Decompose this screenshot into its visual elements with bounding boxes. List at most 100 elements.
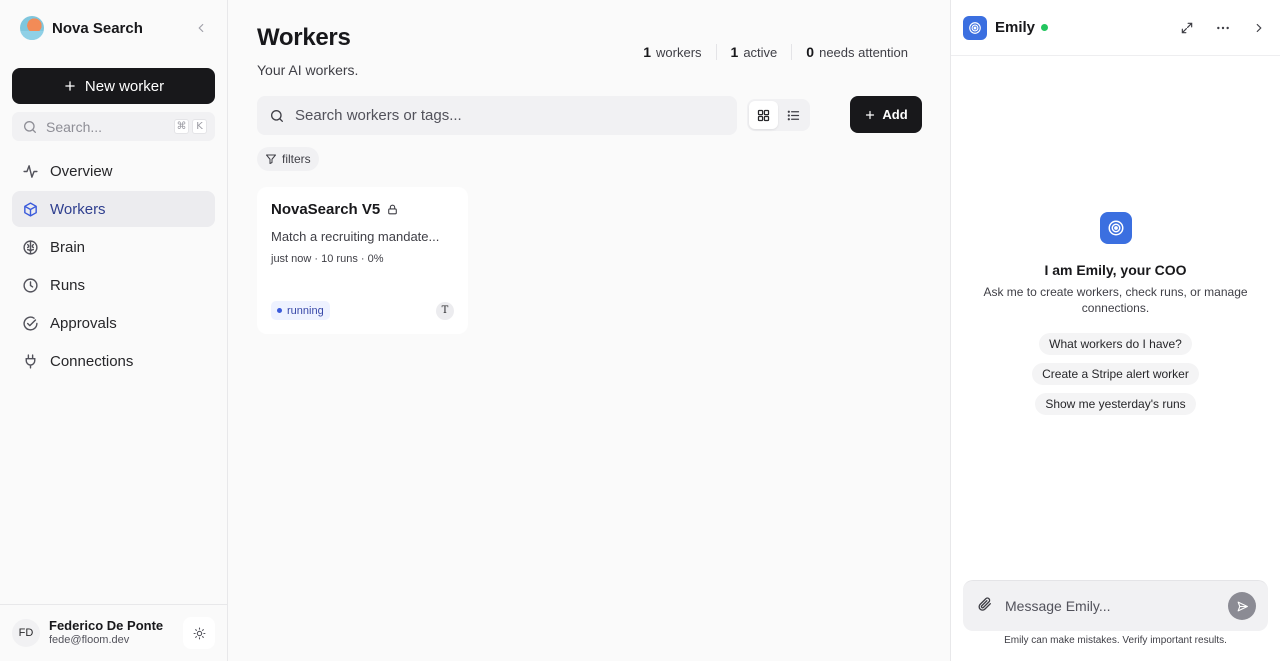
suggestion-list: What workers do I have? Create a Stripe … (951, 333, 1280, 416)
sidebar-item-runs[interactable]: Runs (12, 267, 215, 303)
user-profile[interactable]: FD Federico De Ponte fede@floom.dev (0, 604, 227, 661)
workers-search-input[interactable] (295, 107, 725, 124)
collapse-sidebar-icon[interactable] (192, 19, 210, 37)
sidebar-item-label: Overview (50, 162, 113, 180)
cube-icon (24, 201, 37, 217)
worker-card-footer: running T (271, 301, 454, 320)
stat-value: 0 (806, 44, 815, 60)
page-title: Workers (257, 24, 351, 51)
sidebar-item-workers[interactable]: Workers (12, 191, 215, 227)
suggestion-chip[interactable]: Show me yesterday's runs (1035, 393, 1196, 416)
disclaimer: Emily can make mistakes. Verify importan… (1004, 635, 1227, 646)
user-email: fede@floom.dev (49, 634, 130, 647)
greeting-subtitle: Ask me to create workers, check runs, or… (983, 285, 1248, 316)
list-view-button[interactable] (780, 101, 809, 129)
worker-meta: just now · 10 runs · 0% (271, 253, 384, 265)
sidebar: Nova Search New worker ⌘ K Overview Wo (0, 0, 228, 661)
plus-icon (866, 110, 875, 119)
new-worker-button[interactable]: New worker (12, 68, 215, 104)
list-icon (787, 110, 800, 120)
search-icon (271, 109, 283, 122)
suggestion-chip[interactable]: Create a Stripe alert worker (1032, 363, 1199, 386)
stat-value: 1 (643, 44, 652, 60)
worker-stats: 1 workers 1 active 0 needs attention (629, 40, 908, 64)
sidebar-search-input[interactable] (46, 118, 166, 135)
message-input[interactable] (1005, 598, 1216, 614)
stat-value: 1 (730, 44, 739, 60)
message-composer (963, 580, 1268, 631)
cmd-key: ⌘ (174, 119, 189, 134)
sidebar-item-brain[interactable]: Brain (12, 229, 215, 265)
user-info: Federico De Ponte fede@floom.dev (49, 618, 174, 647)
brain-icon (23, 239, 38, 255)
stat-workers: 1 workers (629, 44, 715, 60)
assistant-logo-icon (1099, 212, 1132, 244)
chat-actions (1178, 19, 1268, 37)
chat-empty-state: I am Emily, your COO Ask me to create wo… (951, 212, 1280, 416)
suggestion-chip[interactable]: What workers do I have? (1039, 333, 1192, 356)
theme-toggle-button[interactable] (183, 617, 215, 649)
assistant-panel: Emily I am Emily, your COO Ask me to cre… (950, 0, 1280, 661)
sidebar-item-connections[interactable]: Connections (12, 343, 215, 379)
new-worker-label: New worker (84, 77, 165, 95)
app-window: Nova Search New worker ⌘ K Overview Wo (0, 0, 1280, 661)
plus-icon (65, 81, 75, 91)
worker-card-title: NovaSearch V5 (271, 201, 454, 218)
filters-button[interactable]: filters (257, 147, 319, 171)
activity-icon (23, 164, 38, 178)
status-badge: running (271, 301, 330, 320)
clock-icon (23, 277, 38, 293)
sidebar-item-label: Connections (50, 352, 134, 370)
add-label: Add (882, 107, 908, 122)
brand-name: Nova Search (52, 19, 143, 37)
sidebar-nav: Overview Workers Brain Runs Approvals Co… (12, 153, 215, 381)
filter-icon (266, 154, 276, 164)
plug-icon (25, 353, 36, 369)
greeting-title: I am Emily, your COO (1044, 262, 1187, 278)
stat-label: active (743, 45, 778, 60)
online-status-dot (1041, 24, 1049, 31)
status-label: running (287, 304, 324, 317)
workers-search[interactable] (257, 96, 737, 135)
status-dot (277, 308, 282, 313)
sidebar-item-label: Workers (50, 200, 106, 218)
send-icon (1237, 601, 1248, 611)
chat-header: Emily (951, 0, 1280, 56)
grid-icon (757, 109, 769, 121)
assistant-name: Emily (995, 19, 1036, 36)
sidebar-item-label: Runs (50, 276, 86, 294)
brand[interactable]: Nova Search (20, 16, 143, 40)
lock-icon (388, 204, 398, 215)
sun-icon (193, 627, 205, 639)
stat-active: 1 active (715, 44, 792, 60)
worker-description: Match a recruiting mandate... (271, 229, 440, 244)
sidebar-item-overview[interactable]: Overview (12, 153, 215, 189)
send-button[interactable] (1228, 592, 1256, 620)
stat-label: workers (656, 45, 702, 60)
check-circle-icon (23, 315, 38, 331)
stat-needs-attention: 0 needs attention (791, 44, 908, 60)
assistant-avatar-icon (963, 15, 987, 40)
grid-view-button[interactable] (749, 101, 778, 129)
sidebar-item-label: Approvals (50, 314, 117, 332)
more-options-icon[interactable] (1214, 19, 1232, 37)
expand-icon[interactable] (1178, 19, 1196, 37)
page-subtitle: Your AI workers. (257, 62, 359, 78)
sidebar-item-approvals[interactable]: Approvals (12, 305, 215, 341)
user-name: Federico De Ponte (49, 618, 164, 634)
worker-card[interactable]: NovaSearch V5 Match a recruiting mandate… (257, 187, 468, 334)
search-shortcut: ⌘ K (174, 119, 207, 134)
filters-label: filters (282, 152, 311, 166)
search-icon (24, 120, 36, 133)
view-toggle (747, 99, 810, 131)
worker-name: NovaSearch V5 (271, 201, 381, 218)
close-panel-icon[interactable] (1250, 19, 1268, 37)
add-worker-button[interactable]: Add (850, 96, 922, 133)
brand-logo-icon (20, 16, 44, 40)
k-key: K (192, 119, 207, 134)
attach-icon[interactable] (977, 596, 993, 617)
stat-label: needs attention (819, 45, 908, 60)
sidebar-search[interactable]: ⌘ K (12, 112, 215, 141)
sidebar-item-label: Brain (50, 238, 86, 256)
tool-avatar: T (436, 301, 454, 320)
